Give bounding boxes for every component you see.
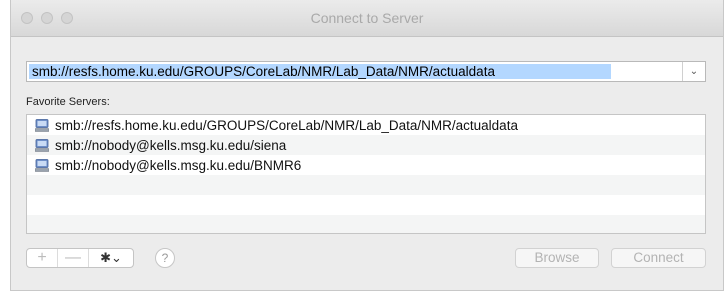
server-icon — [35, 158, 49, 172]
favorite-servers-label: Favorite Servers: — [26, 96, 110, 108]
browse-button[interactable]: Browse — [515, 248, 599, 268]
window-title: Connect to Server — [310, 10, 424, 26]
server-url: smb://resfs.home.ku.edu/GROUPS/CoreLab/N… — [55, 117, 518, 133]
server-url: smb://nobody@kells.msg.ku.edu/BNMR6 — [55, 157, 302, 173]
favorite-servers-list[interactable]: smb://resfs.home.ku.edu/GROUPS/CoreLab/N… — [26, 114, 706, 234]
server-icon — [35, 138, 49, 152]
server-icon — [35, 118, 49, 132]
help-button[interactable]: ? — [155, 248, 175, 268]
chevron-down-icon[interactable]: ⌄ — [682, 62, 705, 81]
empty-list-row — [27, 215, 705, 233]
server-url: smb://nobody@kells.msg.ku.edu/siena — [55, 137, 287, 153]
empty-list-row — [27, 175, 705, 195]
remove-server-button[interactable]: — — [58, 249, 89, 267]
server-address-input[interactable]: smb://resfs.home.ku.edu/GROUPS/CoreLab/N… — [32, 64, 495, 79]
connect-to-server-window: Connect to Server smb://resfs.home.ku.ed… — [10, 0, 724, 291]
gear-icon: ✱⌄ — [100, 250, 122, 265]
connect-button[interactable]: Connect — [611, 248, 706, 268]
favorites-segmented-control: + — ✱⌄ — [26, 248, 134, 268]
gear-menu-button[interactable]: ✱⌄ — [89, 249, 133, 267]
empty-list-row — [27, 195, 705, 215]
list-item[interactable]: smb://nobody@kells.msg.ku.edu/siena — [27, 135, 705, 155]
list-item[interactable]: smb://resfs.home.ku.edu/GROUPS/CoreLab/N… — [27, 115, 705, 135]
title-bar: Connect to Server — [11, 0, 723, 37]
list-item[interactable]: smb://nobody@kells.msg.ku.edu/BNMR6 — [27, 155, 705, 175]
server-address-combobox[interactable]: smb://resfs.home.ku.edu/GROUPS/CoreLab/N… — [26, 61, 706, 82]
add-server-button[interactable]: + — [27, 249, 58, 267]
bottom-toolbar: + — ✱⌄ ? Browse Connect — [26, 248, 706, 270]
